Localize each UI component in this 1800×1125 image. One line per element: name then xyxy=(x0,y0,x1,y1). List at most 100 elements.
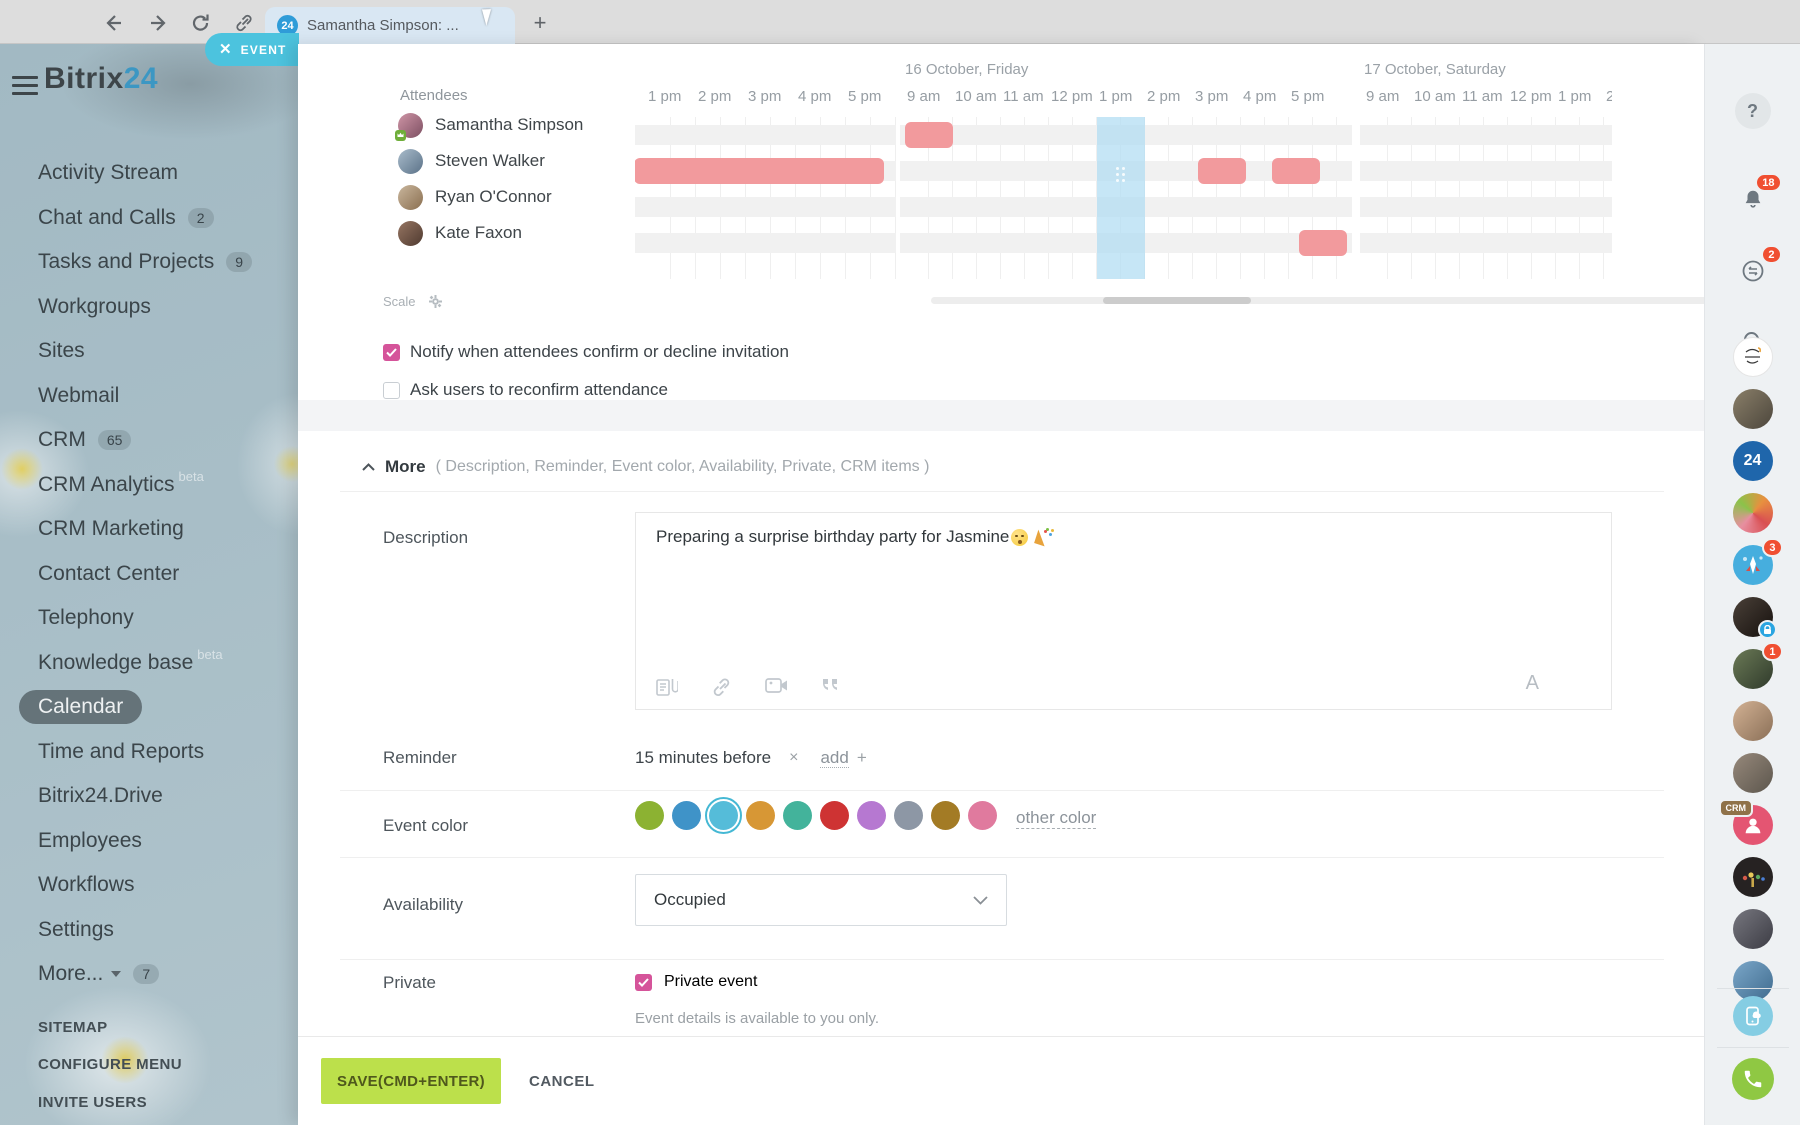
forward-icon[interactable] xyxy=(146,10,172,36)
notify-label: Notify when attendees confirm or decline… xyxy=(410,342,789,362)
user-avatar-5[interactable] xyxy=(1733,753,1773,793)
user-avatar-3[interactable]: 1 xyxy=(1733,649,1773,689)
description-editor[interactable]: Preparing a surprise birthday party for … xyxy=(635,512,1612,710)
private-event-checkbox[interactable] xyxy=(635,974,652,991)
more-summary: ( Description, Reminder, Event color, Av… xyxy=(436,458,930,476)
attendee-busy-track xyxy=(635,125,896,145)
sidebar-item-telephony[interactable]: Telephony xyxy=(0,596,298,640)
reload-icon[interactable] xyxy=(188,10,214,36)
user-avatar-6[interactable] xyxy=(1733,909,1773,949)
sidebar-item-crm[interactable]: CRM65 xyxy=(0,418,298,462)
fruits-workgroup-avatar[interactable] xyxy=(1733,493,1773,533)
avatar xyxy=(398,149,423,174)
sidebar-item-workflows[interactable]: Workflows xyxy=(0,863,298,907)
sidebar-item-settings[interactable]: Settings xyxy=(0,908,298,952)
selected-event-slot[interactable] xyxy=(1097,117,1145,279)
attendee-row[interactable]: Samantha Simpson xyxy=(398,111,583,139)
close-icon[interactable]: ✕ xyxy=(219,42,232,57)
section-separator-band xyxy=(298,400,1704,431)
user-avatar-4[interactable] xyxy=(1733,701,1773,741)
sidebar-item-crm-marketing[interactable]: CRM Marketing xyxy=(0,507,298,551)
event-panel-label: EVENT xyxy=(241,43,287,57)
font-settings-button[interactable]: A xyxy=(1526,672,1539,695)
more-section-toggle[interactable]: More ( Description, Reminder, Event colo… xyxy=(362,456,929,478)
illustration-workgroup-avatar[interactable]: 3 xyxy=(1733,545,1773,585)
user-avatar-1[interactable] xyxy=(1733,389,1773,429)
hour-label: 5 pm xyxy=(848,88,881,105)
attendee-row[interactable]: Kate Faxon xyxy=(398,219,522,247)
workgroup-logo-avatar[interactable] xyxy=(1733,337,1773,377)
insert-link-icon[interactable] xyxy=(711,677,732,697)
call-icon[interactable] xyxy=(1732,1058,1774,1100)
availability-label: Availability xyxy=(383,895,463,915)
reconfirm-checkbox[interactable] xyxy=(383,382,400,399)
sidebar-item-webmail[interactable]: Webmail xyxy=(0,374,298,418)
back-icon[interactable] xyxy=(100,10,126,36)
cancel-button[interactable]: CANCEL xyxy=(529,1058,595,1104)
help-icon[interactable]: ? xyxy=(1735,93,1771,129)
browser-tab[interactable]: 24 Samantha Simpson: ... xyxy=(265,7,515,44)
notifications-icon[interactable]: 18 xyxy=(1734,180,1772,218)
beta-tag: beta xyxy=(179,469,204,484)
user-avatar-7[interactable] xyxy=(1733,961,1773,1001)
event-color-swatch[interactable] xyxy=(894,801,923,830)
day-header: 16 October, Friday xyxy=(905,61,1028,78)
gear-icon[interactable] xyxy=(429,295,442,308)
sidebar-item-crm-analytics[interactable]: CRM Analyticsbeta xyxy=(0,463,298,507)
save-button[interactable]: SAVE(CMD+ENTER) xyxy=(321,1058,501,1104)
caret-down-icon xyxy=(111,971,121,977)
messenger-icon[interactable]: 2 xyxy=(1734,252,1772,290)
insert-video-icon[interactable] xyxy=(765,677,788,695)
event-color-swatch[interactable] xyxy=(746,801,775,830)
sidebar-item-employees[interactable]: Employees xyxy=(0,819,298,863)
sidebar-item-calendar[interactable]: Calendar xyxy=(0,685,298,729)
event-color-swatch[interactable] xyxy=(857,801,886,830)
sidebar-link-invite-users[interactable]: INVITE USERS xyxy=(38,1087,147,1117)
timeline-scrollbar-track[interactable] xyxy=(931,297,1800,304)
menu-burger-icon[interactable] xyxy=(12,76,38,96)
sidebar-item-tasks-and-projects[interactable]: Tasks and Projects9 xyxy=(0,240,298,284)
event-color-swatch[interactable] xyxy=(672,801,701,830)
add-reminder-link[interactable]: add xyxy=(820,748,848,769)
event-color-swatch[interactable] xyxy=(931,801,960,830)
event-panel-ribbon[interactable]: ✕ EVENT xyxy=(205,33,299,66)
new-tab-button[interactable]: + xyxy=(525,8,555,38)
sidebar-item-contact-center[interactable]: Contact Center xyxy=(0,552,298,596)
sidebar-item-label: Knowledge base xyxy=(38,651,193,675)
availability-select[interactable]: Occupied xyxy=(635,874,1007,926)
quote-icon[interactable] xyxy=(821,677,839,693)
sidebar-item-bitrix24-drive[interactable]: Bitrix24.Drive xyxy=(0,774,298,818)
event-color-swatch[interactable] xyxy=(709,801,738,830)
lights-workgroup-avatar[interactable] xyxy=(1733,857,1773,897)
plus-icon[interactable]: + xyxy=(857,748,867,768)
sidebar-item-activity-stream[interactable]: Activity Stream xyxy=(0,151,298,195)
remove-reminder-icon[interactable]: × xyxy=(789,749,798,767)
sidebar-link-sitemap[interactable]: SITEMAP xyxy=(38,1012,107,1042)
attendee-row[interactable]: Steven Walker xyxy=(398,147,545,175)
description-label: Description xyxy=(383,528,468,548)
user-avatar-2[interactable] xyxy=(1733,597,1773,637)
sidebar-item-time-and-reports[interactable]: Time and Reports xyxy=(0,730,298,774)
attendee-row[interactable]: Ryan O'Connor xyxy=(398,183,552,211)
event-color-swatch[interactable] xyxy=(968,801,997,830)
mobile-app-icon[interactable] xyxy=(1733,996,1773,1036)
sidebar-item-label: Activity Stream xyxy=(38,161,178,185)
attach-file-icon[interactable] xyxy=(656,677,678,697)
sidebar-item-workgroups[interactable]: Workgroups xyxy=(0,285,298,329)
bitrix24-avatar[interactable]: 24 xyxy=(1733,441,1773,481)
attendee-busy-track xyxy=(1360,161,1612,181)
crm-contact-avatar[interactable]: CRM xyxy=(1733,805,1773,845)
event-color-swatch[interactable] xyxy=(820,801,849,830)
sidebar-link-configure-menu[interactable]: CONFIGURE MENU xyxy=(38,1050,182,1080)
event-color-swatches xyxy=(635,801,1005,830)
other-color-link[interactable]: other color xyxy=(1016,808,1096,829)
event-color-swatch[interactable] xyxy=(635,801,664,830)
event-color-swatch[interactable] xyxy=(783,801,812,830)
timeline-scrollbar-thumb[interactable] xyxy=(1103,297,1251,304)
sidebar-item-sites[interactable]: Sites xyxy=(0,329,298,373)
sidebar-item-more[interactable]: More...7 xyxy=(0,952,298,996)
notify-checkbox[interactable] xyxy=(383,344,400,361)
sidebar-item-knowledge-base[interactable]: Knowledge basebeta xyxy=(0,641,298,685)
bitrix24-logo[interactable]: Bitrix24 xyxy=(44,62,158,96)
sidebar-item-chat-and-calls[interactable]: Chat and Calls2 xyxy=(0,196,298,240)
